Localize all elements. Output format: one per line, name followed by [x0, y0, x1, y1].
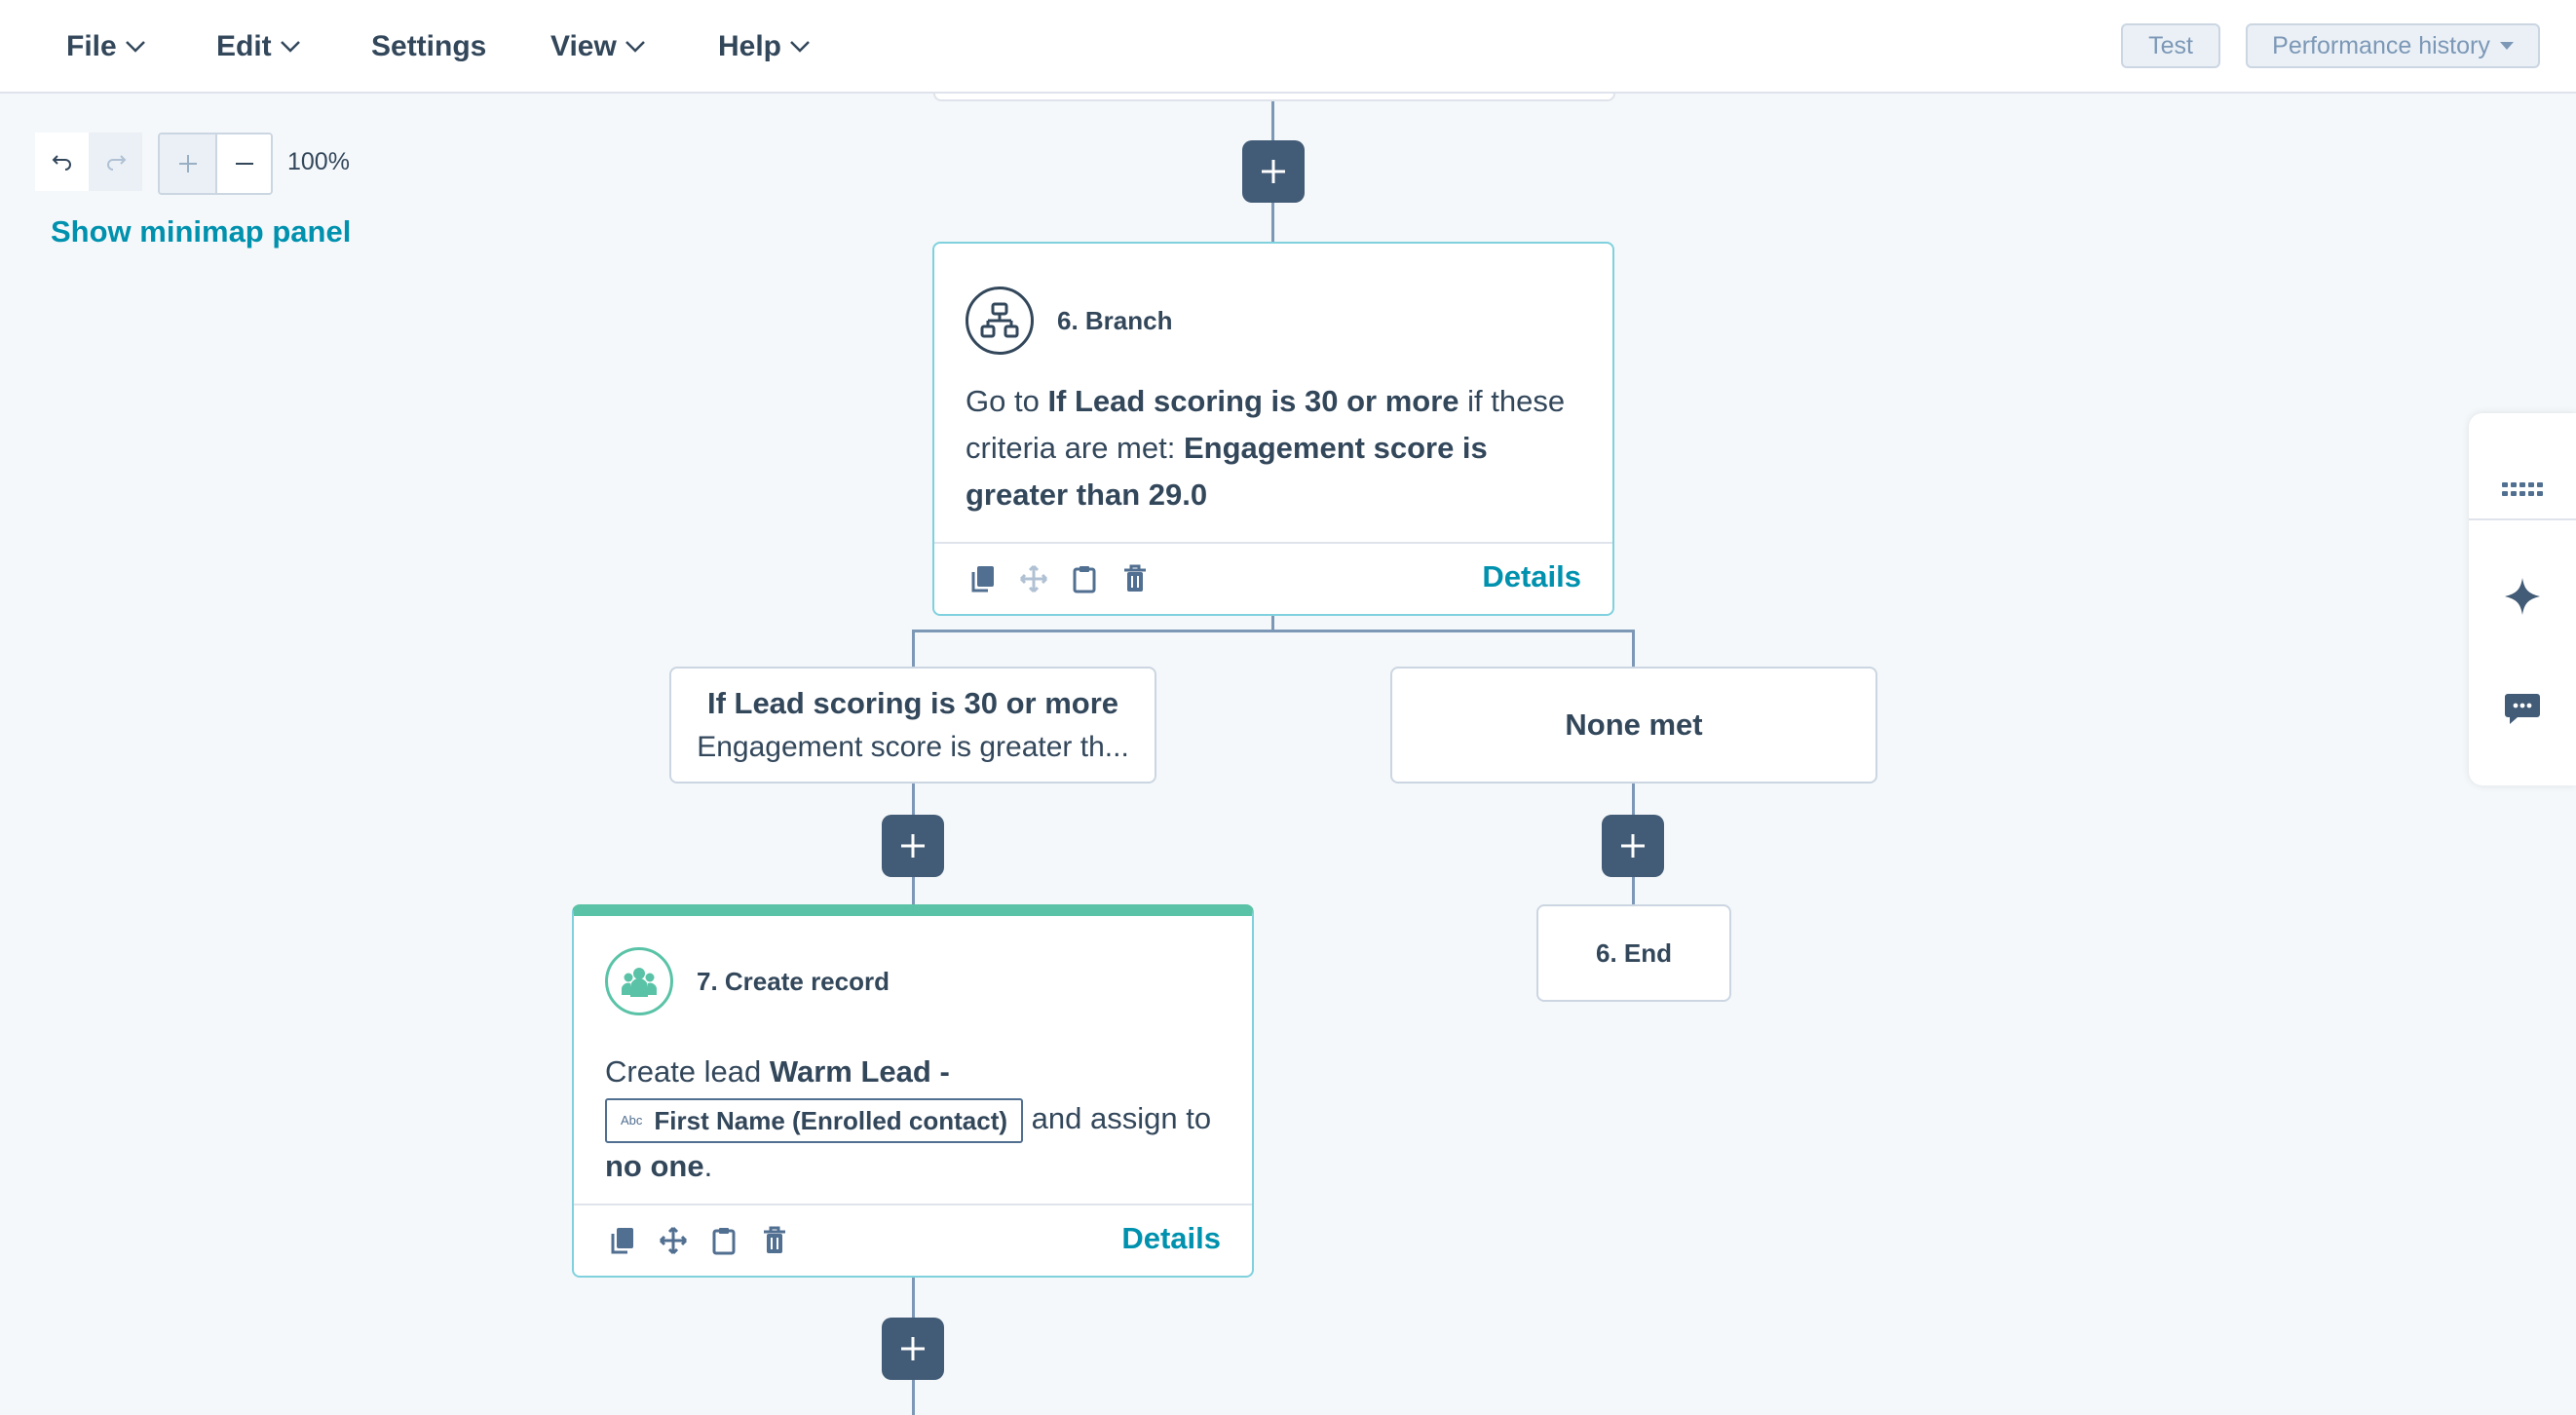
end-title: 6. End	[1595, 937, 1672, 968]
zoom-in-button[interactable]	[160, 134, 215, 193]
branch-option-description: Engagement score is greater th...	[697, 731, 1129, 763]
branch-option-name: None met	[1565, 708, 1703, 742]
move-icon[interactable]	[1018, 561, 1049, 596]
add-action-button[interactable]	[882, 815, 944, 877]
zoom-out-button[interactable]	[215, 134, 271, 193]
redo-icon	[106, 155, 126, 171]
test-button-label: Test	[2148, 31, 2193, 59]
test-button[interactable]: Test	[2121, 23, 2220, 68]
undo-button[interactable]	[35, 133, 89, 191]
branch-icon	[966, 287, 1034, 355]
create-record-action-card[interactable]: 7. Create record Create lead Warm Lead -…	[572, 904, 1254, 1278]
desc-mid: and assign to	[1023, 1101, 1212, 1135]
plus-icon	[901, 834, 925, 858]
card-description: Go to If Lead scoring is 30 or more if t…	[966, 378, 1573, 518]
clipboard-icon[interactable]	[708, 1223, 739, 1258]
branch-option-none-met[interactable]: None met	[1390, 667, 1877, 784]
desc-prefix: Go to	[966, 384, 1048, 418]
desc-prefix: Create lead	[605, 1054, 770, 1089]
menu-edit-label: Edit	[216, 30, 272, 62]
add-action-button[interactable]	[882, 1318, 944, 1380]
add-action-button[interactable]	[1602, 815, 1664, 877]
branch-option-name: If Lead scoring is 30 or more	[706, 686, 1119, 720]
connector-line	[912, 630, 1635, 632]
zoom-level: 100%	[287, 148, 350, 175]
grid-icon[interactable]	[2469, 462, 2576, 516]
card-header: 6. Branch	[966, 287, 1173, 355]
connector-line	[912, 630, 915, 669]
card-footer: Details	[574, 1204, 1252, 1276]
desc-suffix: .	[703, 1148, 713, 1183]
minus-icon	[235, 163, 253, 165]
sparkle-icon[interactable]	[2469, 569, 2576, 624]
trash-icon[interactable]	[759, 1223, 790, 1258]
card-description: Create lead Warm Lead - Abc First Name (En…	[605, 1049, 1213, 1190]
trash-icon[interactable]	[1119, 561, 1151, 596]
undo-redo-group	[35, 133, 142, 191]
chevron-down-icon	[280, 41, 300, 53]
lead-name: Warm Lead -	[769, 1054, 950, 1089]
menu-settings-label: Settings	[371, 30, 487, 62]
chevron-down-icon	[125, 41, 145, 53]
menu-help-label: Help	[718, 30, 782, 62]
zoom-controls	[158, 133, 273, 195]
chevron-down-icon	[625, 41, 645, 53]
previous-action-card	[933, 94, 1615, 101]
owner-name: no one	[605, 1148, 704, 1183]
menu-view-label: View	[550, 30, 617, 62]
menu-view[interactable]: View	[550, 27, 646, 66]
add-action-button[interactable]	[1242, 140, 1305, 203]
undo-icon	[52, 155, 71, 171]
card-actions	[967, 561, 1151, 596]
branch-target: If Lead scoring is 30 or more	[1047, 384, 1459, 418]
details-link[interactable]: Details	[1482, 559, 1581, 594]
branch-action-card[interactable]: 6. Branch Go to If Lead scoring is 30 or…	[932, 242, 1614, 616]
people-icon	[605, 947, 673, 1015]
menu-file-label: File	[66, 30, 117, 62]
side-divider	[2469, 518, 2576, 520]
connector-line	[1632, 630, 1635, 669]
card-header: 7. Create record	[605, 947, 890, 1015]
right-side-panel	[2469, 413, 2576, 785]
plus-icon	[1262, 160, 1285, 183]
menu-help[interactable]: Help	[718, 27, 811, 66]
top-menubar: File Edit Settings View Help Test Perfor…	[0, 0, 2576, 94]
caret-down-icon	[2499, 42, 2514, 50]
card-title: 7. Create record	[697, 966, 890, 996]
plus-icon	[178, 155, 197, 172]
menu-edit[interactable]: Edit	[216, 27, 301, 66]
property-token: Abc First Name (Enrolled contact)	[605, 1097, 1024, 1143]
plus-icon	[1621, 834, 1645, 858]
menu-settings[interactable]: Settings	[371, 27, 486, 66]
token-label: First Name (Enrolled contact)	[654, 1105, 1008, 1135]
branch-option-lead-scoring[interactable]: If Lead scoring is 30 or more Engagement…	[669, 667, 1156, 784]
clipboard-icon[interactable]	[1069, 561, 1100, 596]
card-actions	[607, 1223, 790, 1258]
details-link[interactable]: Details	[1121, 1221, 1221, 1256]
chevron-down-icon	[790, 41, 810, 53]
plus-icon	[901, 1337, 925, 1360]
menu-file[interactable]: File	[66, 27, 146, 66]
performance-history-button[interactable]: Performance history	[2246, 23, 2540, 68]
chat-icon[interactable]	[2469, 682, 2576, 737]
text-type-icon: Abc	[621, 1112, 643, 1128]
show-minimap-link[interactable]: Show minimap panel	[51, 214, 351, 249]
copy-icon[interactable]	[967, 561, 999, 596]
card-footer: Details	[934, 542, 1612, 614]
end-action-node[interactable]: 6. End	[1536, 904, 1731, 1002]
move-icon[interactable]	[658, 1223, 689, 1258]
performance-history-label: Performance history	[2272, 31, 2490, 59]
copy-icon[interactable]	[607, 1223, 638, 1258]
redo-button[interactable]	[89, 133, 142, 191]
card-title: 6. Branch	[1057, 305, 1173, 335]
